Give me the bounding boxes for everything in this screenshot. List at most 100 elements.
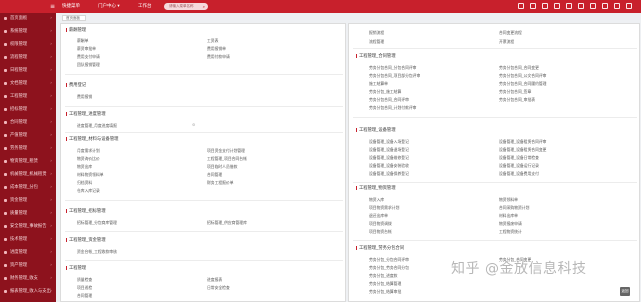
sidebar-item[interactable]: 物资管理_租赁 › (0, 158, 56, 165)
menu-link[interactable]: 工程管理_项目合同台帐 (207, 156, 247, 162)
nav-portal[interactable]: 门户中心 ▾ (98, 3, 120, 10)
menu-link[interactable]: 归档资料 (77, 180, 92, 186)
back-to-top-button[interactable]: 返回 (620, 287, 630, 296)
menu-link[interactable]: 费用报销单 (207, 46, 226, 52)
menu-link[interactable]: 仓库入库记录 (77, 188, 100, 194)
menu-link[interactable]: 劳务分包合同_合同变更 (499, 65, 539, 71)
menu-link[interactable]: 开票流程 (499, 39, 514, 45)
menu-link[interactable]: 质量检查 (77, 277, 92, 283)
sidebar-item[interactable]: 财务管理_收支 › (0, 275, 56, 282)
menu-link[interactable]: 团队报销管理 (77, 62, 100, 68)
menu-link[interactable]: 物资入库 (369, 197, 384, 203)
help-icon[interactable] (602, 3, 608, 9)
menu-link[interactable]: 物资领料单 (499, 197, 518, 203)
menu-link[interactable]: 月度需求计划 (77, 148, 100, 154)
menu-link[interactable]: 合同采购物资计划 (499, 205, 529, 211)
menu-link[interactable]: 施工结算单 (369, 81, 388, 87)
menu-link[interactable]: 材料出库单 (499, 213, 518, 219)
menu-link[interactable]: 项目物资调拨 (369, 221, 392, 227)
menu-link[interactable]: 招标管理_供应商管理库 (207, 220, 247, 226)
menu-link[interactable]: 设备管理_设备费用支付 (499, 171, 539, 177)
menu-link[interactable]: 设备管理_设备日常检查 (499, 155, 539, 161)
sidebar-item[interactable]: 系统管理 › (0, 28, 56, 35)
menu-link[interactable]: 劳务分包_进度款 (369, 273, 397, 279)
sidebar-item[interactable]: 成本管理_分包 › (0, 184, 56, 191)
message-icon[interactable] (530, 3, 536, 9)
sidebar-item[interactable]: 工程管理 › (0, 93, 56, 100)
sidebar-item[interactable]: 进度管理 › (0, 249, 56, 256)
menu-link[interactable]: 工资表 (207, 38, 218, 44)
menu-link[interactable]: 劳务分包合同_公文合同评审 (499, 73, 546, 79)
menu-link[interactable]: 财务工程报价单 (207, 180, 234, 186)
sidebar-item[interactable]: 合同管理 › (0, 119, 56, 126)
menu-link[interactable]: 项目物资需求计划 (369, 205, 399, 211)
sidebar-item[interactable]: 报表管理_收入与支出 › (0, 288, 56, 295)
sidebar-item[interactable]: 产值管理 › (0, 132, 56, 139)
menu-link[interactable]: 项目物资台帐 (369, 229, 392, 235)
menu-link[interactable]: 工程物资统计 (499, 229, 522, 235)
sidebar-item[interactable]: 首页面板 › (0, 15, 56, 22)
sidebar-item[interactable]: 机械管理_机械租赁 › (0, 171, 56, 178)
sidebar-item[interactable]: 劳务管理 › (0, 145, 56, 152)
menu-link[interactable]: 劳务分包合同_分包合同评审 (369, 65, 416, 71)
tab-home[interactable]: 首页面板 (62, 15, 86, 21)
sidebar-item[interactable]: 安全管理_事故报告 › (0, 223, 56, 230)
menu-link[interactable]: 设备管理_设备运行记录 (499, 163, 539, 169)
menu-link[interactable]: 设备管理_设备退场登记 (369, 147, 409, 153)
fullscreen-icon[interactable] (518, 3, 524, 9)
menu-link[interactable]: 劳务分包合同_项目部分包评审 (369, 73, 420, 79)
menu-link[interactable]: 劳务分包_结算审批 (369, 289, 401, 295)
skin-icon[interactable] (590, 3, 596, 9)
menu-link[interactable]: 流程管理 (369, 39, 384, 45)
sidebar-item[interactable]: 质量管理 › (0, 210, 56, 217)
menu-link[interactable]: 劳务分包合同_审批表 (499, 97, 535, 103)
mail-icon[interactable] (566, 3, 572, 9)
menu-link[interactable]: 费用支付申请 (77, 54, 100, 60)
menu-link[interactable]: 劳务分包合同_合同履约管理 (499, 81, 546, 87)
menu-link[interactable]: 劳务分包合同_计划付款评审 (369, 105, 416, 111)
menu-link[interactable]: 日常安全检查 (207, 285, 230, 291)
menu-link[interactable]: 项目巡检 (77, 285, 92, 291)
menu-link[interactable]: 物资出库 (77, 164, 92, 170)
sidebar-item[interactable]: 权限管理 › (0, 41, 56, 48)
menu-link[interactable]: 退还出库单 (369, 213, 388, 219)
sidebar-item[interactable]: 流程管理 › (0, 54, 56, 61)
menu-link[interactable]: 物资报废申请 (499, 221, 522, 227)
sidebar-item[interactable]: 文档管理 › (0, 80, 56, 87)
menu-link[interactable]: 薪资审批单 (77, 46, 96, 52)
menu-link[interactable]: 进度管理_月度进度填报 (77, 123, 117, 129)
menu-link[interactable]: 劳务分包_施工结算 (369, 89, 401, 95)
logout-icon[interactable] (626, 3, 632, 9)
menu-link[interactable]: 设备管理_设备保养登记 (369, 171, 409, 177)
nav-workbench[interactable]: 工作台 (138, 3, 152, 10)
menu-toggle-icon[interactable]: ≡ (50, 3, 58, 10)
menu-link[interactable]: 招标管理_分包商库管理 (77, 220, 117, 226)
menu-link[interactable]: 合同管理 (207, 172, 222, 178)
menu-link[interactable]: 项目临时人员借款 (207, 164, 237, 170)
menu-link[interactable]: 项目资金支付计划管理 (207, 148, 245, 154)
nav-home[interactable]: 快捷菜单 (62, 3, 80, 10)
menu-link[interactable]: 材料物资领料单 (77, 172, 104, 178)
notification-icon[interactable] (542, 3, 548, 9)
sidebar-item[interactable]: 招标管理 › (0, 106, 56, 113)
settings-icon[interactable]: ⚙ (192, 122, 195, 127)
search-icon[interactable]: ⌕ (203, 3, 205, 10)
search-input[interactable]: 请输入菜单名称 ⌕ (164, 3, 208, 10)
menu-link[interactable]: 合同变更流程 (499, 30, 522, 36)
menu-link[interactable]: 劳务分包_分包合同评审 (369, 257, 409, 263)
menu-link[interactable]: 设备管理_设备租赁合同评审 (499, 139, 546, 145)
user-avatar-icon[interactable] (614, 3, 620, 9)
menu-link[interactable]: 设备管理_设备维修登记 (369, 155, 409, 161)
menu-link[interactable]: 劳务分包合同_合同评审 (369, 97, 409, 103)
menu-link[interactable]: 资金台帐_工程收款审核 (77, 249, 117, 255)
menu-link[interactable]: 设备管理_设备入场登记 (369, 139, 409, 145)
menu-link[interactable]: 劳务分包合同_签章 (499, 89, 531, 95)
menu-link[interactable]: 劳务分包_结算管理 (369, 281, 401, 287)
sidebar-item[interactable]: 资产管理 › (0, 262, 56, 269)
menu-link[interactable]: 费用报销 (77, 94, 92, 100)
menu-link[interactable]: 设备管理_设备租赁合同变更 (499, 147, 546, 153)
menu-link[interactable]: 报销流程 (369, 30, 384, 36)
menu-link[interactable]: 设备管理_设备安装验收 (369, 163, 409, 169)
menu-link[interactable]: 合同管理 (77, 293, 92, 299)
sidebar-item[interactable]: 技术管理 › (0, 236, 56, 243)
